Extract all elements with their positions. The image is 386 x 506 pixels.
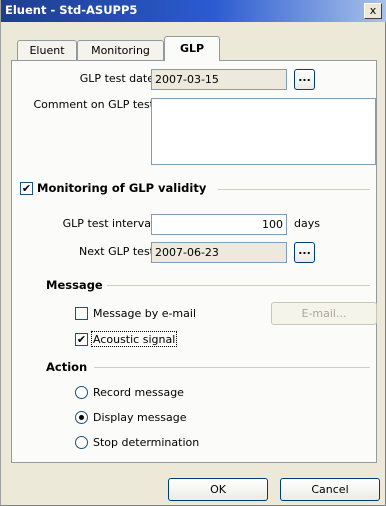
title-bar[interactable]: Eluent - Std-ASUPP5 x <box>1 0 386 22</box>
stop-determination-radio[interactable] <box>75 436 88 449</box>
acoustic-checkbox[interactable]: ✔ <box>75 333 88 346</box>
record-message-label[interactable]: Record message <box>93 386 184 399</box>
close-icon: x <box>369 4 377 17</box>
interval-input[interactable]: 100 <box>151 214 287 235</box>
cancel-button[interactable]: Cancel <box>280 478 380 501</box>
record-message-radio[interactable] <box>75 386 88 399</box>
comment-label: Comment on GLP test <box>33 98 155 111</box>
display-message-label[interactable]: Display message <box>93 411 186 424</box>
monitoring-checkbox[interactable]: ✔ <box>20 182 33 195</box>
action-group-title: Action <box>46 360 92 374</box>
monitoring-label[interactable]: Monitoring of GLP validity <box>37 181 211 195</box>
tab-glp[interactable]: GLP <box>164 36 220 61</box>
next-test-browse-button[interactable]: ... <box>294 242 315 263</box>
ok-button[interactable]: OK <box>168 478 268 501</box>
next-test-field[interactable]: 2007-06-23 <box>151 242 287 263</box>
interval-unit: days <box>294 217 320 230</box>
check-icon: ✔ <box>21 182 32 195</box>
acoustic-checkbox-label[interactable]: Acoustic signal <box>93 333 175 346</box>
interval-label: GLP test interval <box>62 217 154 230</box>
glp-test-date-field[interactable]: 2007-03-15 <box>151 69 287 90</box>
comment-textarea[interactable] <box>151 98 376 165</box>
dialog-window: Eluent - Std-ASUPP5 x Eluent Monitoring … <box>0 0 386 506</box>
email-settings-button[interactable]: E-mail... <box>271 302 377 325</box>
glp-tab-panel: GLP test date 2007-03-15 ... Comment on … <box>11 60 377 463</box>
message-divider <box>104 285 370 286</box>
tab-eluent[interactable]: Eluent <box>17 40 77 61</box>
message-group-title: Message <box>46 278 107 292</box>
window-title: Eluent - Std-ASUPP5 <box>5 3 138 17</box>
action-divider <box>94 367 370 368</box>
glp-test-date-browse-button[interactable]: ... <box>294 69 315 90</box>
monitoring-divider <box>218 189 370 190</box>
display-message-radio[interactable] <box>75 411 88 424</box>
radio-selected-dot <box>79 415 84 420</box>
tab-monitoring[interactable]: Monitoring <box>77 40 164 61</box>
close-button[interactable]: x <box>364 3 382 19</box>
next-test-label: Next GLP test <box>78 245 154 258</box>
email-checkbox[interactable] <box>75 307 88 320</box>
stop-determination-label[interactable]: Stop determination <box>93 436 199 449</box>
glp-test-date-label: GLP test date <box>79 72 154 85</box>
email-checkbox-label[interactable]: Message by e-mail <box>93 307 196 320</box>
check-icon: ✔ <box>76 333 87 346</box>
